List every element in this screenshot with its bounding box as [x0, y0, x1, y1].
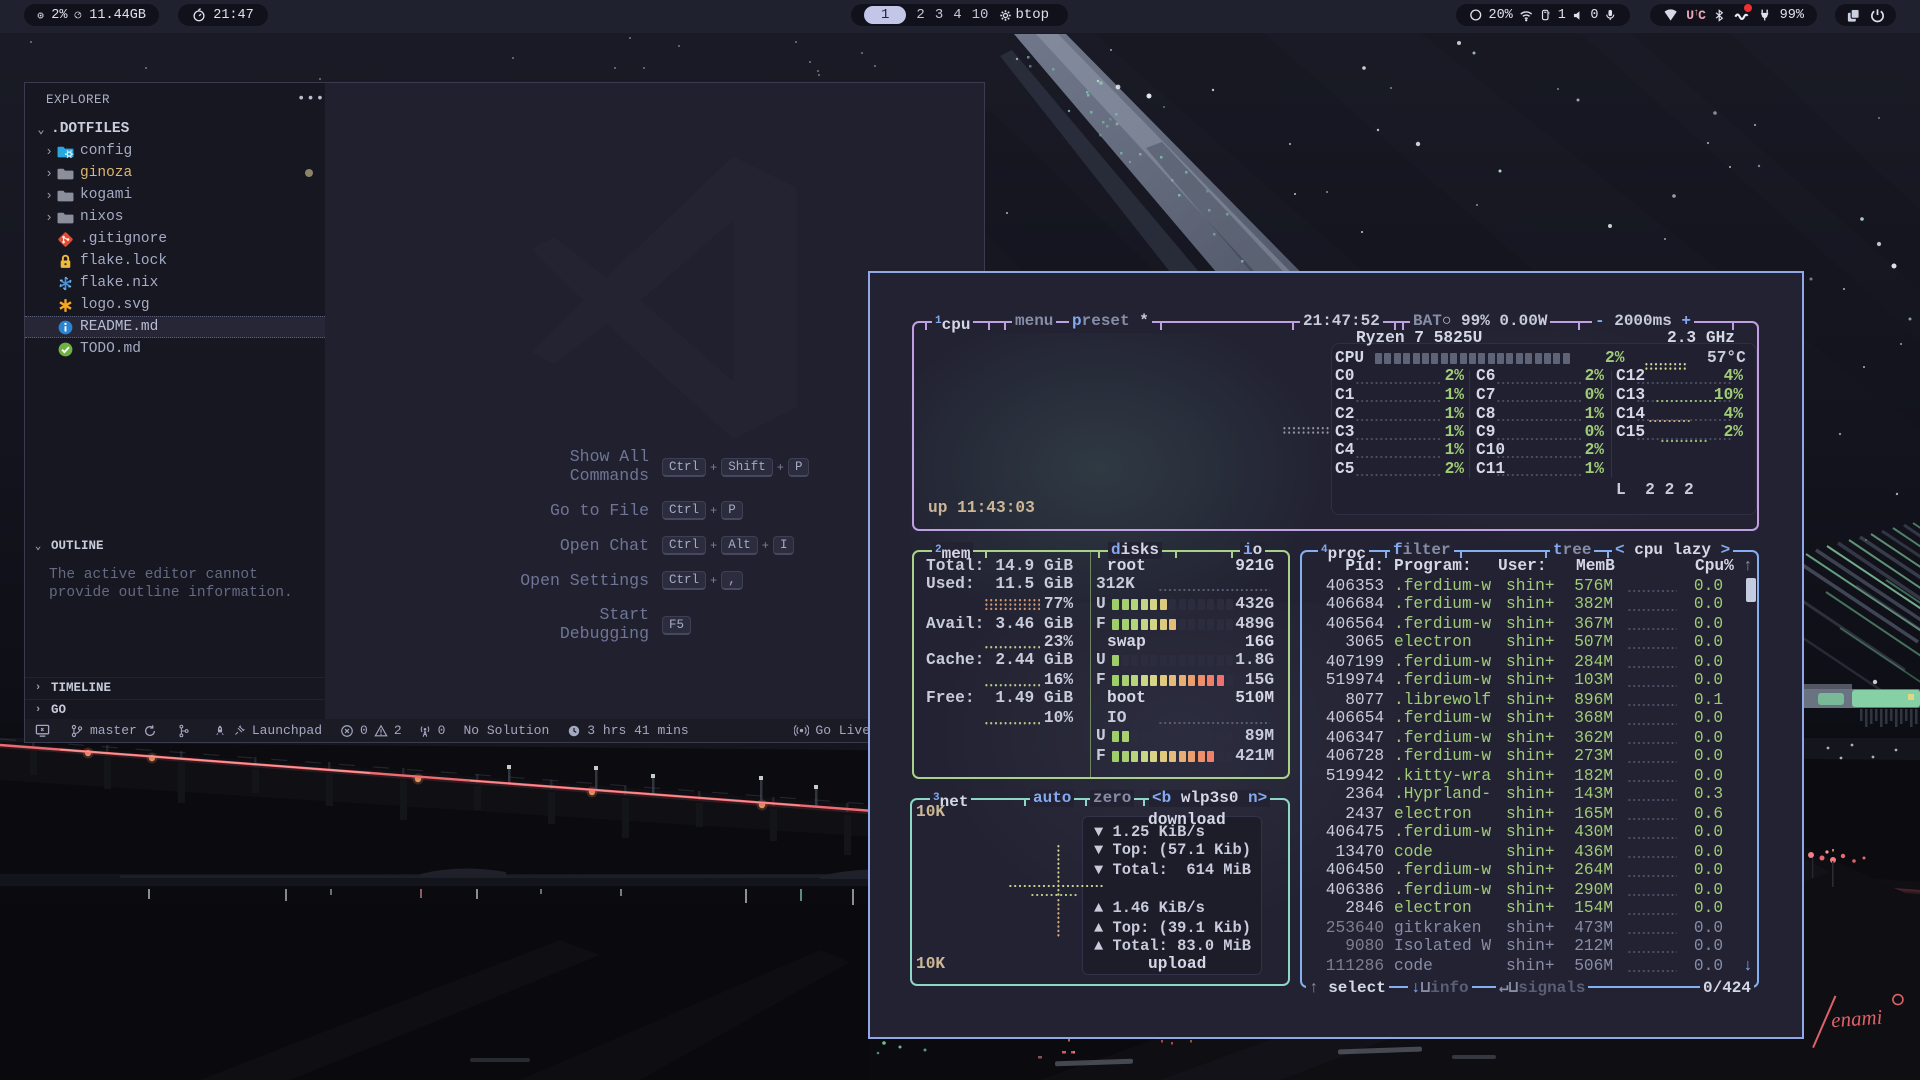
svg-text:×: ×: [1547, 10, 1550, 17]
svg-text:enami: enami: [1830, 1005, 1883, 1033]
